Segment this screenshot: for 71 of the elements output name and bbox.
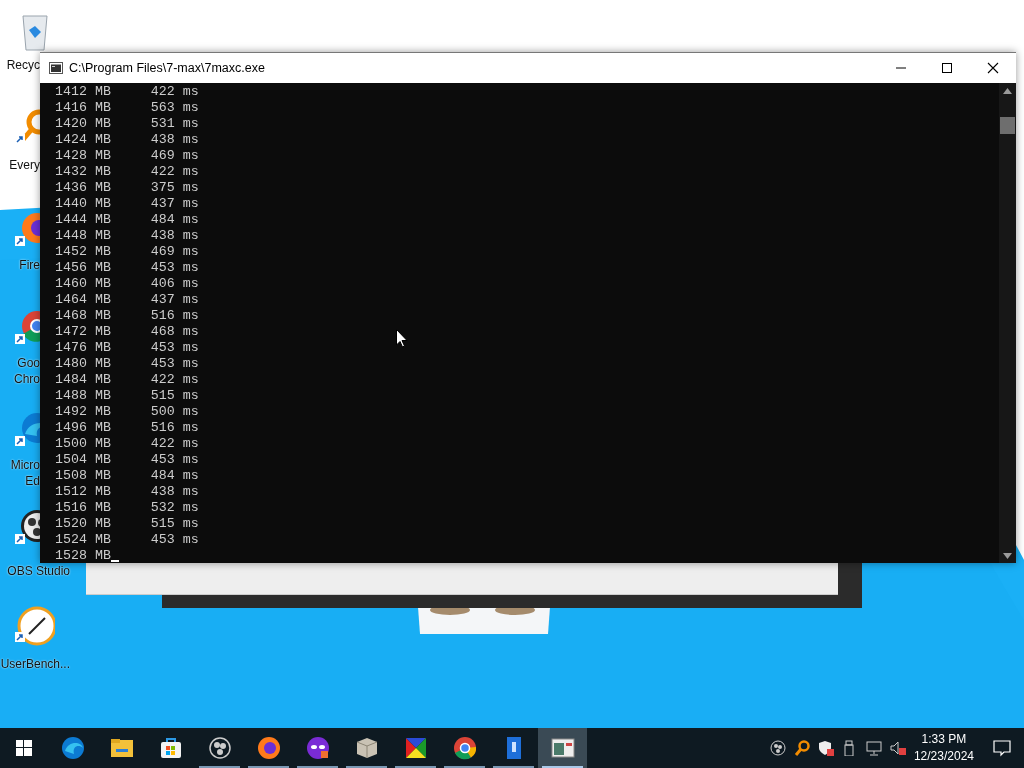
console-line: 1444 MB 484 ms xyxy=(55,212,199,228)
close-icon xyxy=(987,62,999,74)
icon-label[interactable]: Recyc xyxy=(6,57,40,73)
console-line: 1528 MB xyxy=(55,548,111,563)
console-line: 1476 MB 453 ms xyxy=(55,340,199,356)
text-cursor xyxy=(110,560,119,562)
magnifier-icon[interactable] xyxy=(793,740,810,756)
console-icon xyxy=(49,62,63,74)
clock-date[interactable]: 12/23/2024 xyxy=(913,748,974,765)
disc-icon[interactable] xyxy=(769,740,786,756)
message-icon xyxy=(993,739,1011,757)
console-line: 1524 MB 453 ms xyxy=(55,532,199,548)
console-line: 1492 MB 500 ms xyxy=(55,404,199,420)
minimize-icon xyxy=(896,67,906,69)
console-line: 1520 MB 515 ms xyxy=(55,516,199,532)
gauge-icon[interactable] xyxy=(15,606,55,648)
cube-icon xyxy=(354,736,379,760)
icon-label[interactable]: Micro xyxy=(10,457,40,473)
scrollbar[interactable] xyxy=(999,83,1016,563)
disc-icon xyxy=(207,736,232,760)
console-line: 1468 MB 516 ms xyxy=(55,308,199,324)
folder-icon xyxy=(109,736,134,760)
console-line: 1420 MB 531 ms xyxy=(55,116,199,132)
triangles-icon xyxy=(403,736,428,760)
console-line: 1448 MB 438 ms xyxy=(55,228,199,244)
console-line: 1424 MB 438 ms xyxy=(55,132,199,148)
console-line: 1480 MB 453 ms xyxy=(55,356,199,372)
console-line: 1512 MB 438 ms xyxy=(55,484,199,500)
console-line: 1464 MB 437 ms xyxy=(55,292,199,308)
scroll-down-icon[interactable] xyxy=(1003,553,1012,559)
window-title: C:\Program Files\7-max\7maxc.exe xyxy=(69,59,265,77)
console-line: 1508 MB 484 ms xyxy=(55,468,199,484)
network-icon[interactable] xyxy=(865,740,882,756)
clock-time[interactable]: 1:33 PM xyxy=(921,731,967,748)
maximize-icon xyxy=(942,63,952,73)
console-line: 1484 MB 422 ms xyxy=(55,372,199,388)
console-line: 1452 MB 469 ms xyxy=(55,244,199,260)
icon-label[interactable]: Chro xyxy=(14,371,40,387)
console-line: 1488 MB 515 ms xyxy=(55,388,199,404)
console-line: 1436 MB 375 ms xyxy=(55,180,199,196)
icon-label[interactable]: Ed xyxy=(25,473,40,489)
console-icon xyxy=(550,736,575,760)
icon-label[interactable]: Fire xyxy=(19,257,40,273)
console-line: 1456 MB 453 ms xyxy=(55,260,199,276)
start-icon xyxy=(14,738,34,758)
console-line: 1428 MB 469 ms xyxy=(55,148,199,164)
console-line: 1432 MB 422 ms xyxy=(55,164,199,180)
browser-icon xyxy=(256,736,281,760)
shield-icon[interactable] xyxy=(817,740,834,756)
console-line: 1460 MB 406 ms xyxy=(55,276,199,292)
scroll-up-icon[interactable] xyxy=(1003,88,1012,94)
browser-icon xyxy=(452,736,477,760)
taskbar-button[interactable] xyxy=(538,728,587,768)
console-line: 1496 MB 516 ms xyxy=(55,420,199,436)
icon-label[interactable]: UserBench... xyxy=(0,656,70,672)
icon-label[interactable]: Goo xyxy=(17,355,40,371)
speaker-muted-icon[interactable] xyxy=(889,740,906,756)
console-line: 1504 MB 453 ms xyxy=(55,452,199,468)
mask-icon xyxy=(305,736,330,760)
console-line: 1412 MB 422 ms xyxy=(55,84,199,100)
console-line: 1440 MB 437 ms xyxy=(55,196,199,212)
shopping-bag-icon xyxy=(158,736,183,760)
scroll-thumb[interactable] xyxy=(1000,117,1015,134)
console-line: 1500 MB 422 ms xyxy=(55,436,199,452)
icon-label[interactable]: OBS Studio xyxy=(7,563,70,579)
console-line: 1472 MB 468 ms xyxy=(55,324,199,340)
mouse-pointer-icon xyxy=(396,329,408,348)
console-line: 1516 MB 532 ms xyxy=(55,500,199,516)
icon-label[interactable]: Every xyxy=(9,157,40,173)
console-line: 1416 MB 563 ms xyxy=(55,100,199,116)
browser-icon xyxy=(60,736,85,760)
